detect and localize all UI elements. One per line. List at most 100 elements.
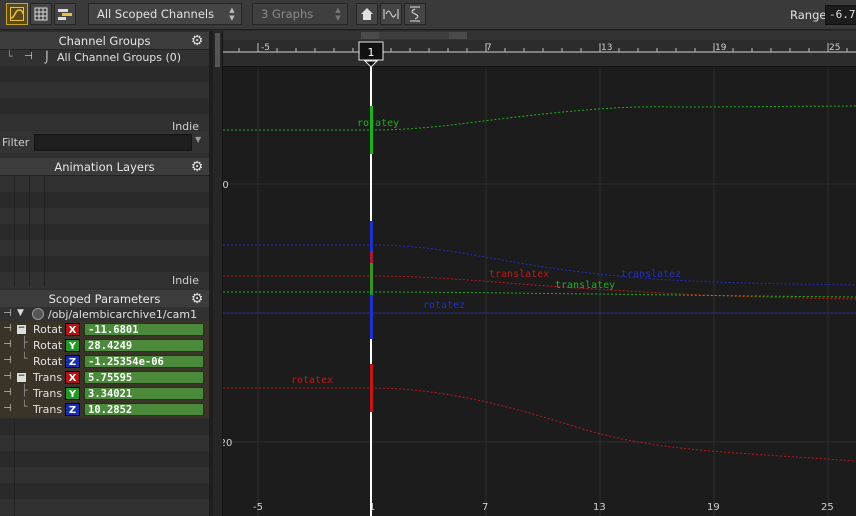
group-toggle-icon: ⌡ xyxy=(44,51,50,64)
expand-arrow-icon[interactable]: ▼ xyxy=(17,308,24,318)
param-value-field[interactable]: 28.4249 xyxy=(84,339,204,352)
pin-icon[interactable]: ⊣ xyxy=(3,403,12,414)
empty-row xyxy=(0,98,209,114)
curve-label-translatey: translatey xyxy=(555,280,615,291)
x-tick-label: -5 xyxy=(253,502,263,513)
gear-icon[interactable]: ⚙ xyxy=(190,160,204,174)
range-handle-right[interactable] xyxy=(449,32,467,39)
param-row[interactable]: ⊣ − Rotat X -11.6801 xyxy=(0,322,209,338)
animation-layers-title: Animation Layers xyxy=(54,160,155,174)
range-handle-left[interactable] xyxy=(361,32,379,39)
param-row[interactable]: ⊣ └ Trans Z 10.2852 xyxy=(0,400,209,418)
pin-icon[interactable]: ⊣ xyxy=(3,371,12,382)
collapse-icon[interactable]: − xyxy=(17,372,26,382)
graphs-combo[interactable]: 3 Graphs ▲ ▼ xyxy=(252,3,348,25)
dopesheet-icon xyxy=(58,9,72,20)
curve-translatey[interactable] xyxy=(223,291,856,298)
x-tick-label: 13 xyxy=(593,502,606,513)
gear-icon[interactable]: ⚙ xyxy=(190,292,204,306)
axis-x-badge[interactable]: X xyxy=(65,371,80,384)
playhead-marker-icon[interactable] xyxy=(363,60,379,68)
graph-canvas[interactable]: -5 7 13 19 25 20 0 -20 -5 1 7 13 19 25 xyxy=(213,31,856,516)
channel-groups-title: Channel Groups xyxy=(58,34,151,48)
home-button[interactable] xyxy=(356,3,378,25)
x-tick-label: 1 xyxy=(369,502,375,513)
curve-label-rotatez: rotatez xyxy=(423,300,465,311)
filter-input[interactable] xyxy=(34,134,192,151)
key-marker-rotatey[interactable] xyxy=(370,106,373,154)
empty-row xyxy=(0,82,209,98)
param-value-field[interactable]: 5.75595 xyxy=(84,371,204,384)
axis-x-badge[interactable]: X xyxy=(65,323,80,336)
range-bar[interactable] xyxy=(379,32,449,39)
updown-arrows-icon: ▲ ▼ xyxy=(229,6,235,22)
channel-group-row[interactable]: └ ⊣ ⌡ All Channel Groups (0) xyxy=(0,50,209,66)
camera-node-icon xyxy=(32,308,44,320)
pin-icon[interactable]: ⊣ xyxy=(3,308,12,319)
pin-icon[interactable]: ⊣ xyxy=(3,387,12,398)
frame-vertical-button[interactable] xyxy=(404,3,426,25)
empty-row: Indie xyxy=(0,114,209,133)
curve-label-translatex: translatex xyxy=(489,269,549,280)
frame-horizontal-button[interactable] xyxy=(380,3,402,25)
param-row[interactable]: ⊣ └ Rotat Z -1.25354e-06 xyxy=(0,352,209,370)
node-row[interactable]: ⊣ ▼ /obj/alembicarchive1/cam1 xyxy=(0,307,209,323)
dopesheet-view-button[interactable] xyxy=(54,3,76,25)
range-input[interactable]: -6.76 xyxy=(825,5,856,25)
gear-icon[interactable]: ⚙ xyxy=(190,34,204,48)
empty-row xyxy=(0,66,209,82)
toolbar: All Scoped Channels ▲ ▼ 3 Graphs ▲ ▼ Range… xyxy=(0,0,856,30)
axis-z-badge[interactable]: Z xyxy=(65,403,80,416)
param-row[interactable]: ⊣ ├ Rotat Y 28.4249 xyxy=(0,336,209,354)
tree-branch-icon: └ xyxy=(21,400,28,413)
param-value-field[interactable]: -11.6801 xyxy=(84,323,204,336)
tree-branch-icon: ├ xyxy=(21,336,28,349)
param-value-field[interactable]: -1.25354e-06 xyxy=(84,355,204,368)
filter-label: Filter xyxy=(2,136,30,149)
curve-rotatey[interactable] xyxy=(223,105,856,131)
table-view-button[interactable] xyxy=(30,3,52,25)
param-row[interactable]: ⊣ − Trans X 5.75595 xyxy=(0,370,209,386)
channels-combo[interactable]: All Scoped Channels ▲ ▼ xyxy=(88,3,242,25)
graph-editor[interactable]: -5 7 13 19 25 20 0 -20 -5 1 7 13 19 25 xyxy=(213,31,856,516)
param-name: Trans xyxy=(33,387,63,400)
all-channel-groups-item: All Channel Groups (0) xyxy=(57,51,182,64)
graph-view-button[interactable] xyxy=(6,3,28,25)
home-icon xyxy=(361,8,373,20)
key-marker-translatey[interactable] xyxy=(370,263,373,295)
key-marker-rotatex[interactable] xyxy=(370,364,373,412)
graphs-combo-label: 3 Graphs xyxy=(261,7,314,21)
fit-vertical-icon xyxy=(410,6,420,22)
ruler-label: 19 xyxy=(715,43,727,53)
axis-y-badge[interactable]: Y xyxy=(65,387,80,400)
param-value-field[interactable]: 3.34021 xyxy=(84,387,204,400)
collapse-icon[interactable]: − xyxy=(17,324,26,334)
x-tick-label: 7 xyxy=(482,502,488,513)
pin-icon[interactable]: ⊣ xyxy=(3,323,12,334)
animation-layers-list: Indie xyxy=(0,176,209,288)
scoped-parameters-header: Scoped Parameters ⚙ xyxy=(0,290,209,308)
pin-icon[interactable]: ⊣ xyxy=(24,51,33,62)
scoped-parameters-title: Scoped Parameters xyxy=(48,292,161,306)
axis-y-badge[interactable]: Y xyxy=(65,339,80,352)
key-marker-rotatez[interactable] xyxy=(370,309,373,339)
x-tick-label: 25 xyxy=(821,502,834,513)
pin-icon[interactable]: ⊣ xyxy=(3,339,12,350)
ruler-label: 13 xyxy=(601,43,612,53)
dropdown-arrow-icon[interactable]: ▼ xyxy=(195,135,201,144)
vertical-scrollbar[interactable] xyxy=(213,31,223,516)
param-row[interactable]: ⊣ ├ Trans Y 3.34021 xyxy=(0,384,209,402)
channels-combo-label: All Scoped Channels xyxy=(97,7,215,21)
filter-row: Filter ▼ xyxy=(0,131,209,153)
channel-groups-header: Channel Groups ⚙ xyxy=(0,32,209,50)
param-value-field[interactable]: 10.2852 xyxy=(84,403,204,416)
tree-branch-icon: └ xyxy=(21,352,28,365)
curve-rotatex[interactable] xyxy=(223,387,856,462)
grid xyxy=(223,68,856,516)
axis-z-badge[interactable]: Z xyxy=(65,355,80,368)
scrollbar-thumb[interactable] xyxy=(215,33,220,67)
param-name: Rotat xyxy=(33,339,63,352)
pin-icon[interactable]: ⊣ xyxy=(3,355,12,366)
ruler-top-strip xyxy=(223,31,856,40)
ruler-label: 7 xyxy=(486,43,492,53)
